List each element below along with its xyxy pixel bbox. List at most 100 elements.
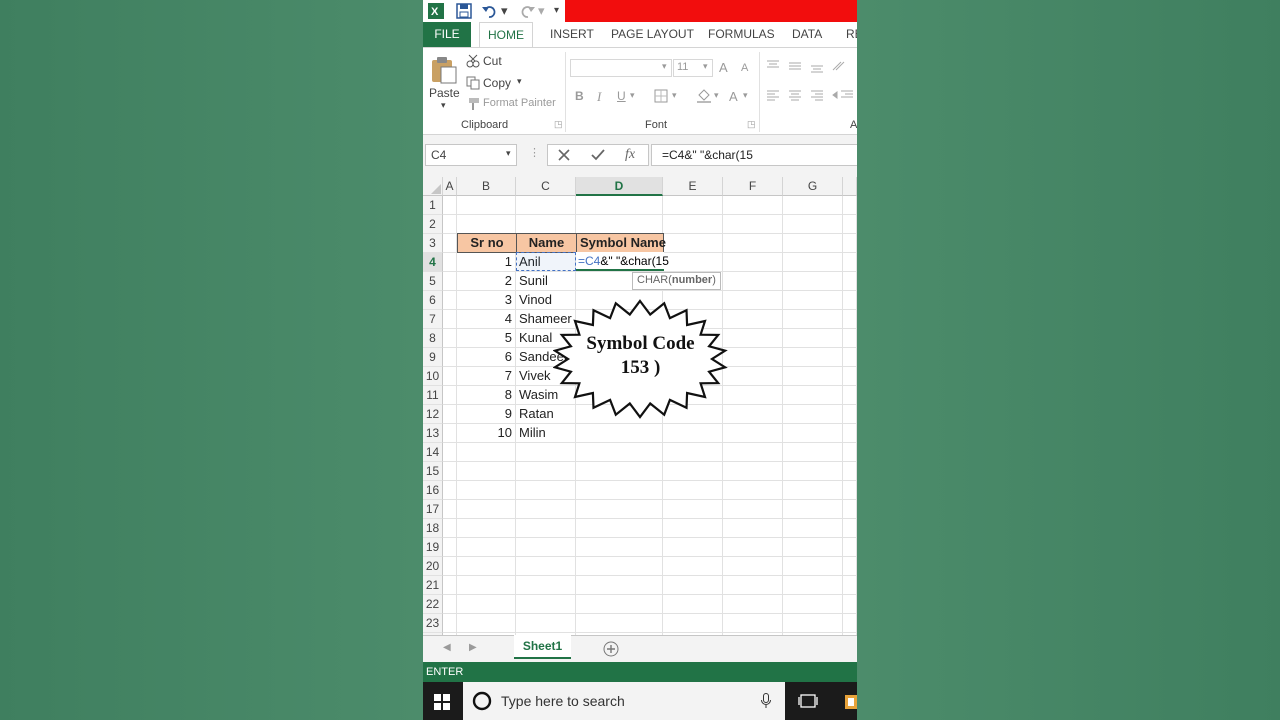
underline-button[interactable]: U — [617, 89, 626, 103]
grid-cell[interactable] — [843, 234, 857, 253]
name-cell[interactable]: Sunil — [516, 272, 576, 291]
grid-cell[interactable] — [783, 329, 843, 348]
grid-cell[interactable] — [723, 500, 783, 519]
header-cell-symbol-name[interactable]: Symbol Name — [576, 233, 666, 253]
row-header[interactable]: 8 — [423, 329, 443, 348]
grid-cell[interactable] — [576, 424, 663, 443]
grid-cell[interactable] — [663, 500, 723, 519]
grid-cell[interactable] — [576, 557, 663, 576]
grid-cell[interactable] — [457, 576, 516, 595]
grid-cell[interactable] — [783, 291, 843, 310]
grid-cell[interactable] — [443, 329, 457, 348]
grid-cell[interactable] — [663, 595, 723, 614]
redo-icon[interactable] — [518, 3, 536, 19]
grid-cell[interactable] — [663, 538, 723, 557]
cut-button[interactable]: Cut — [483, 54, 502, 68]
row-header[interactable]: 16 — [423, 481, 443, 500]
row-header[interactable]: 6 — [423, 291, 443, 310]
row-header[interactable]: 2 — [423, 215, 443, 234]
grid-cell[interactable] — [516, 500, 576, 519]
taskbar-search-box[interactable]: Type here to search — [463, 682, 785, 720]
grid-cell[interactable] — [443, 291, 457, 310]
grid-cell[interactable] — [457, 215, 516, 234]
grid-cell[interactable] — [576, 443, 663, 462]
grid-cell[interactable] — [843, 538, 857, 557]
editing-cell-d4[interactable]: =C4&" "&char(15 — [576, 252, 669, 271]
font-launcher-icon[interactable]: ◳ — [747, 119, 756, 130]
grid-cell[interactable] — [516, 557, 576, 576]
sr-no-cell[interactable]: 9 — [457, 405, 516, 424]
borders-dropdown-icon[interactable]: ▾ — [672, 90, 677, 101]
grid-cell[interactable] — [516, 196, 576, 215]
grid-cell[interactable] — [783, 405, 843, 424]
italic-button[interactable]: I — [597, 89, 601, 105]
grid-cell[interactable] — [663, 462, 723, 481]
tab-page-layout[interactable]: PAGE LAYOUT — [611, 22, 694, 47]
grid-cell[interactable] — [443, 348, 457, 367]
row-header[interactable]: 22 — [423, 595, 443, 614]
undo-icon[interactable] — [481, 3, 499, 19]
grid-cell[interactable] — [843, 481, 857, 500]
grid-cell[interactable] — [783, 348, 843, 367]
cancel-icon[interactable] — [558, 149, 570, 161]
scroll-right-icon[interactable]: ▶ — [469, 642, 477, 653]
grid-cell[interactable] — [723, 443, 783, 462]
taskbar-app-icon[interactable] — [843, 690, 857, 712]
grid-cell[interactable] — [516, 538, 576, 557]
grid-cell[interactable] — [723, 557, 783, 576]
sheet-tab-sheet1[interactable]: Sheet1 — [514, 635, 571, 659]
grid-cell[interactable] — [783, 538, 843, 557]
grid-cell[interactable] — [443, 538, 457, 557]
grid-cell[interactable] — [443, 196, 457, 215]
grid-cell[interactable] — [783, 272, 843, 291]
grid-cell[interactable] — [516, 481, 576, 500]
column-header-h[interactable] — [843, 177, 857, 196]
name-cell[interactable]: Milin — [516, 424, 576, 443]
grid-cell[interactable] — [723, 519, 783, 538]
grid-cell[interactable] — [783, 196, 843, 215]
windows-start-icon[interactable] — [434, 694, 450, 710]
grid-cell[interactable] — [723, 348, 783, 367]
bold-button[interactable]: B — [575, 89, 584, 103]
row-header[interactable]: 23 — [423, 614, 443, 633]
column-header-a[interactable]: A — [443, 177, 457, 196]
grid-cell[interactable] — [457, 500, 516, 519]
grid-cell[interactable] — [443, 272, 457, 291]
sr-no-cell[interactable]: 1 — [457, 253, 516, 272]
row-header[interactable]: 9 — [423, 348, 443, 367]
grid-cell[interactable] — [663, 215, 723, 234]
grid-cell[interactable] — [457, 614, 516, 633]
grid-cell[interactable] — [443, 386, 457, 405]
sr-no-cell[interactable]: 6 — [457, 348, 516, 367]
grid-cell[interactable] — [443, 405, 457, 424]
grid-cell[interactable] — [443, 576, 457, 595]
grid-cell[interactable] — [723, 234, 783, 253]
grid-cell[interactable] — [723, 576, 783, 595]
grid-cell[interactable] — [783, 215, 843, 234]
grid-cell[interactable] — [576, 595, 663, 614]
column-header-f[interactable]: F — [723, 177, 783, 196]
grid-cell[interactable] — [576, 481, 663, 500]
grid-cell[interactable] — [723, 329, 783, 348]
grid-cell[interactable] — [843, 272, 857, 291]
grid-cell[interactable] — [843, 291, 857, 310]
grid-cell[interactable] — [783, 595, 843, 614]
customize-toolbar-icon[interactable]: ▾ — [554, 2, 559, 20]
paste-button[interactable]: Paste ▾ — [427, 54, 463, 114]
save-icon[interactable] — [456, 3, 472, 19]
tab-formulas[interactable]: FORMULAS — [708, 22, 775, 47]
grid-cell[interactable] — [443, 519, 457, 538]
grid-cell[interactable] — [576, 215, 663, 234]
grid-cell[interactable] — [843, 253, 857, 272]
grid-cell[interactable] — [516, 519, 576, 538]
grid-cell[interactable] — [783, 462, 843, 481]
grid-cell[interactable] — [843, 595, 857, 614]
column-header-c[interactable]: C — [516, 177, 576, 196]
grid-cell[interactable] — [443, 367, 457, 386]
grid-cell[interactable] — [443, 595, 457, 614]
grid-cell[interactable] — [663, 481, 723, 500]
column-header-b[interactable]: B — [457, 177, 516, 196]
grid-cell[interactable] — [723, 367, 783, 386]
grid-cell[interactable] — [457, 557, 516, 576]
font-color-button[interactable]: A — [729, 89, 738, 104]
